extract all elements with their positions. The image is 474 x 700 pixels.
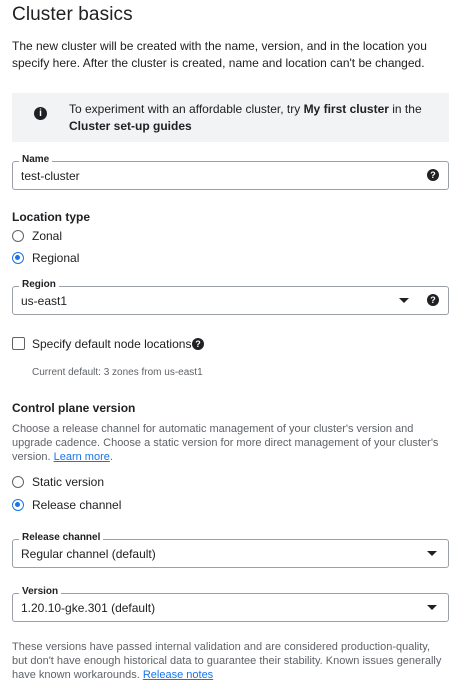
version-field-label: Version xyxy=(19,586,62,598)
release-channel-select[interactable]: Release channel Regular channel (default… xyxy=(12,532,449,568)
learn-more-link[interactable]: Learn more xyxy=(54,451,110,463)
current-default-text: Current default: 3 zones from us-east1 xyxy=(32,367,203,378)
info-banner-text: To experiment with an affordable cluster… xyxy=(69,101,439,135)
version-footer-note: These versions have passed internal vali… xyxy=(12,640,448,682)
control-plane-heading: Control plane version xyxy=(12,401,136,415)
help-icon[interactable]: ? xyxy=(192,338,204,350)
page-intro: The new cluster will be created with the… xyxy=(12,39,427,70)
name-input[interactable]: test-cluster xyxy=(21,169,80,183)
zonal-radio[interactable] xyxy=(12,230,24,242)
static-version-radio-label[interactable]: Static version xyxy=(32,475,104,489)
info-banner: i To experiment with an affordable clust… xyxy=(12,93,449,142)
static-version-radio[interactable] xyxy=(12,476,24,488)
version-value[interactable]: 1.20.10-gke.301 (default) xyxy=(21,601,155,615)
my-first-cluster-link[interactable]: My first cluster xyxy=(304,102,389,116)
info-text-before: To experiment with an affordable cluster… xyxy=(69,102,304,116)
region-field-label: Region xyxy=(19,279,59,291)
version-footer-text: These versions have passed internal vali… xyxy=(12,641,442,681)
regional-radio-label[interactable]: Regional xyxy=(32,251,79,265)
name-field[interactable]: Name test-cluster ? xyxy=(12,154,449,190)
help-icon[interactable]: ? xyxy=(427,294,439,306)
chevron-down-icon[interactable] xyxy=(399,298,409,303)
chevron-down-icon[interactable] xyxy=(427,551,437,556)
default-node-locations-label[interactable]: Specify default node locations xyxy=(32,337,191,351)
cluster-setup-guides-link[interactable]: Cluster set-up guides xyxy=(69,119,192,133)
release-notes-link[interactable]: Release notes xyxy=(143,669,213,681)
zonal-radio-label[interactable]: Zonal xyxy=(32,229,62,243)
location-type-heading: Location type xyxy=(12,210,91,224)
release-channel-radio-label[interactable]: Release channel xyxy=(32,498,121,512)
chevron-down-icon[interactable] xyxy=(427,605,437,610)
release-channel-field-label: Release channel xyxy=(19,532,104,544)
region-value[interactable]: us-east1 xyxy=(21,294,67,308)
control-plane-description: Choose a release channel for automatic m… xyxy=(12,423,439,463)
release-channel-value[interactable]: Regular channel (default) xyxy=(21,547,156,561)
region-select[interactable]: Region us-east1 ? xyxy=(12,279,449,315)
default-node-locations-checkbox[interactable] xyxy=(12,337,25,350)
regional-radio[interactable] xyxy=(12,252,24,264)
info-text-middle: in the xyxy=(388,102,422,116)
release-channel-radio[interactable] xyxy=(12,499,24,511)
help-icon[interactable]: ? xyxy=(427,169,439,181)
name-field-label: Name xyxy=(19,154,53,166)
page-title: Cluster basics xyxy=(12,4,133,25)
info-icon: i xyxy=(34,107,47,120)
version-select[interactable]: Version 1.20.10-gke.301 (default) xyxy=(12,586,449,622)
